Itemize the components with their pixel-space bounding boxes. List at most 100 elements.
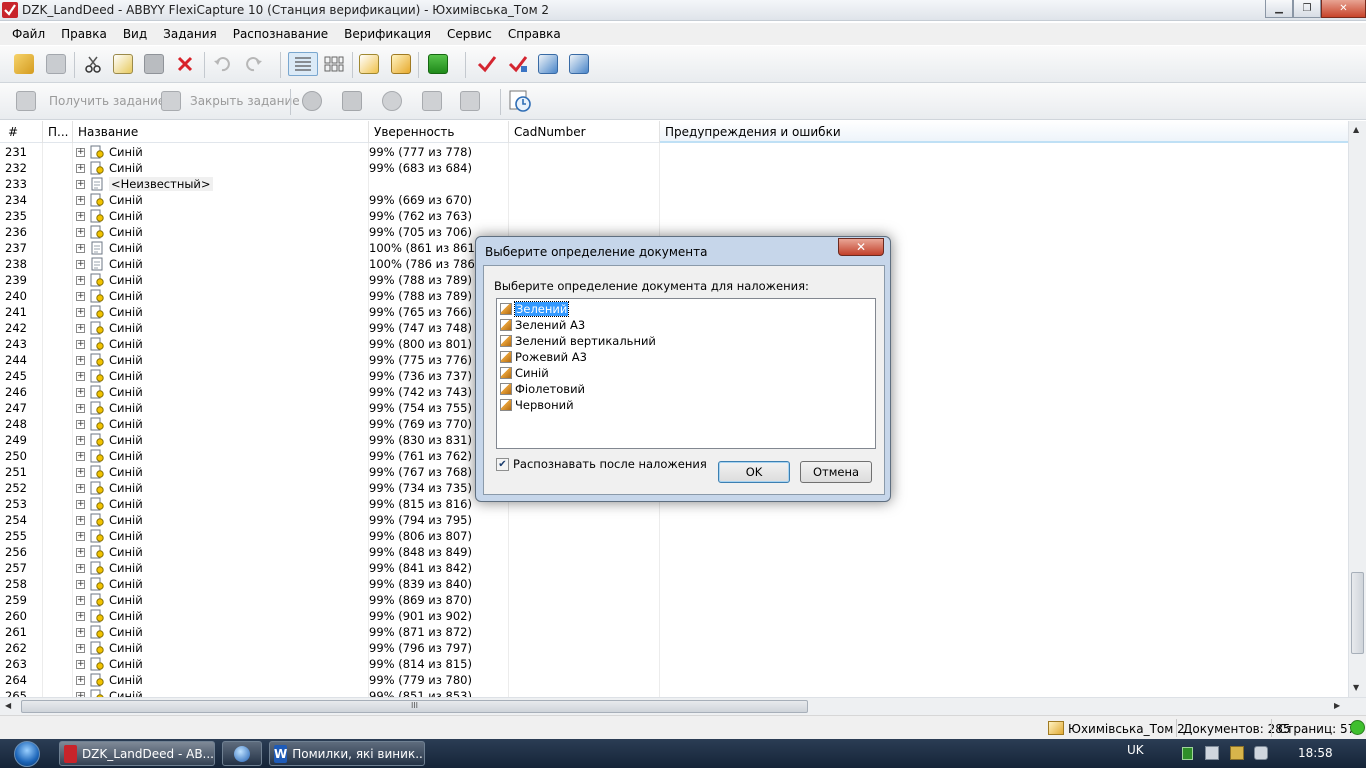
table-row[interactable]: 263 + Синій 99% (814 из 815): [0, 656, 1348, 672]
column-number[interactable]: #: [8, 125, 18, 139]
checkbox-check-icon[interactable]: ✔: [496, 457, 509, 471]
copy-icon[interactable]: [111, 52, 135, 76]
close-button[interactable]: ✕: [1321, 0, 1366, 18]
expand-icon[interactable]: +: [76, 228, 85, 237]
column-name[interactable]: Название: [78, 125, 138, 139]
column-warnings[interactable]: Предупреждения и ошибки: [665, 125, 841, 139]
timer-icon[interactable]: [508, 89, 532, 113]
definitions-list[interactable]: Зелений Зелений А3 Зелений вертикальний Рож…: [496, 298, 876, 449]
refresh-icon[interactable]: [426, 52, 450, 76]
verify-all-icon[interactable]: [506, 52, 530, 76]
send-icon[interactable]: [567, 52, 591, 76]
table-row[interactable]: 231 + Синій 99% (777 из 778): [0, 144, 1348, 160]
menu-service[interactable]: Сервис: [439, 27, 500, 41]
batch-icon[interactable]: [389, 52, 413, 76]
table-row[interactable]: 256 + Синій 99% (848 из 849): [0, 544, 1348, 560]
paste-icon[interactable]: [142, 52, 166, 76]
expand-icon[interactable]: +: [76, 180, 85, 189]
redo-icon[interactable]: [242, 52, 266, 76]
expand-icon[interactable]: +: [76, 372, 85, 381]
start-button[interactable]: [7, 739, 47, 768]
expand-icon[interactable]: +: [76, 532, 85, 541]
menu-tasks[interactable]: Задания: [155, 27, 225, 41]
cut-icon[interactable]: [81, 52, 105, 76]
expand-icon[interactable]: +: [76, 420, 85, 429]
export-icon[interactable]: [536, 52, 560, 76]
document-icon[interactable]: [357, 52, 381, 76]
expand-icon[interactable]: +: [76, 244, 85, 253]
expand-icon[interactable]: +: [76, 548, 85, 557]
get-task-button[interactable]: Получить задание: [49, 94, 165, 108]
table-row[interactable]: 233 + <Неизвестный>: [0, 176, 1348, 192]
dialog-close-button[interactable]: ✕: [838, 238, 884, 256]
vertical-scroll-thumb[interactable]: [1351, 572, 1364, 654]
expand-icon[interactable]: +: [76, 644, 85, 653]
table-row[interactable]: 258 + Синій 99% (839 из 840): [0, 576, 1348, 592]
expand-icon[interactable]: +: [76, 276, 85, 285]
expand-icon[interactable]: +: [76, 340, 85, 349]
table-row[interactable]: 255 + Синій 99% (806 из 807): [0, 528, 1348, 544]
expand-icon[interactable]: +: [76, 308, 85, 317]
list-item[interactable]: Зелений вертикальний: [500, 333, 656, 349]
verify-check-icon[interactable]: [475, 52, 499, 76]
rotate-icon[interactable]: [380, 89, 404, 113]
expand-icon[interactable]: +: [76, 436, 85, 445]
expand-icon[interactable]: +: [76, 612, 85, 621]
clipboard-icon[interactable]: [458, 89, 482, 113]
expand-icon[interactable]: +: [76, 676, 85, 685]
column-confidence[interactable]: Уверенность: [374, 125, 454, 139]
list-view-icon[interactable]: [288, 52, 318, 76]
column-cadnumber[interactable]: CadNumber: [514, 125, 586, 139]
expand-icon[interactable]: +: [76, 516, 85, 525]
thumbnail-view-icon[interactable]: [320, 52, 348, 76]
tray-flag-icon[interactable]: [1205, 746, 1219, 760]
expand-icon[interactable]: +: [76, 580, 85, 589]
scroll-down-icon[interactable]: ▼: [1353, 683, 1359, 692]
scroll-right-icon[interactable]: ▶: [1334, 701, 1340, 710]
taskbar-item-flexicapture[interactable]: DZK_LandDeed - AB...: [59, 741, 215, 766]
save-icon[interactable]: [44, 52, 68, 76]
expand-icon[interactable]: +: [76, 500, 85, 509]
menu-view[interactable]: Вид: [115, 27, 155, 41]
list-item[interactable]: Фіолетовий: [500, 381, 585, 397]
horizontal-scroll-thumb[interactable]: III: [21, 700, 808, 713]
table-row[interactable]: 257 + Синій 99% (841 из 842): [0, 560, 1348, 576]
tray-power-icon[interactable]: [1230, 746, 1244, 760]
vertical-scrollbar[interactable]: ▲ ▼: [1348, 121, 1366, 697]
list-item[interactable]: Зелений: [500, 301, 570, 317]
expand-icon[interactable]: +: [76, 164, 85, 173]
get-task-icon[interactable]: [14, 89, 38, 113]
expand-icon[interactable]: +: [76, 660, 85, 669]
taskbar-item-app[interactable]: [222, 741, 262, 766]
process-icon[interactable]: [340, 89, 364, 113]
menu-recognition[interactable]: Распознавание: [225, 27, 336, 41]
table-row[interactable]: 259 + Синій 99% (869 из 870): [0, 592, 1348, 608]
ok-button[interactable]: OK: [718, 461, 790, 483]
tray-volume-icon[interactable]: [1254, 746, 1268, 760]
table-row[interactable]: 260 + Синій 99% (901 из 902): [0, 608, 1348, 624]
table-row[interactable]: 254 + Синій 99% (794 из 795): [0, 512, 1348, 528]
expand-icon[interactable]: +: [76, 148, 85, 157]
expand-icon[interactable]: +: [76, 388, 85, 397]
menu-edit[interactable]: Правка: [53, 27, 115, 41]
menu-verification[interactable]: Верификация: [336, 27, 439, 41]
list-item[interactable]: Червоний: [500, 397, 574, 413]
expand-icon[interactable]: +: [76, 356, 85, 365]
table-row[interactable]: 235 + Синій 99% (762 из 763): [0, 208, 1348, 224]
table-row[interactable]: 261 + Синій 99% (871 из 872): [0, 624, 1348, 640]
recognize-after-checkbox[interactable]: ✔ Распознавать после наложения: [496, 457, 707, 471]
menu-help[interactable]: Справка: [500, 27, 569, 41]
expand-icon[interactable]: +: [76, 484, 85, 493]
expand-icon[interactable]: +: [76, 452, 85, 461]
horizontal-scrollbar[interactable]: ◀ III ▶: [0, 697, 1366, 715]
lock-icon[interactable]: [420, 89, 444, 113]
language-indicator[interactable]: UK: [1127, 743, 1144, 757]
expand-icon[interactable]: +: [76, 260, 85, 269]
expand-icon[interactable]: +: [76, 628, 85, 637]
maximize-button[interactable]: ❐: [1293, 0, 1321, 18]
expand-icon[interactable]: +: [76, 292, 85, 301]
clock[interactable]: 18:58: [1298, 746, 1333, 760]
delete-icon[interactable]: [173, 52, 197, 76]
expand-icon[interactable]: +: [76, 468, 85, 477]
expand-icon[interactable]: +: [76, 196, 85, 205]
